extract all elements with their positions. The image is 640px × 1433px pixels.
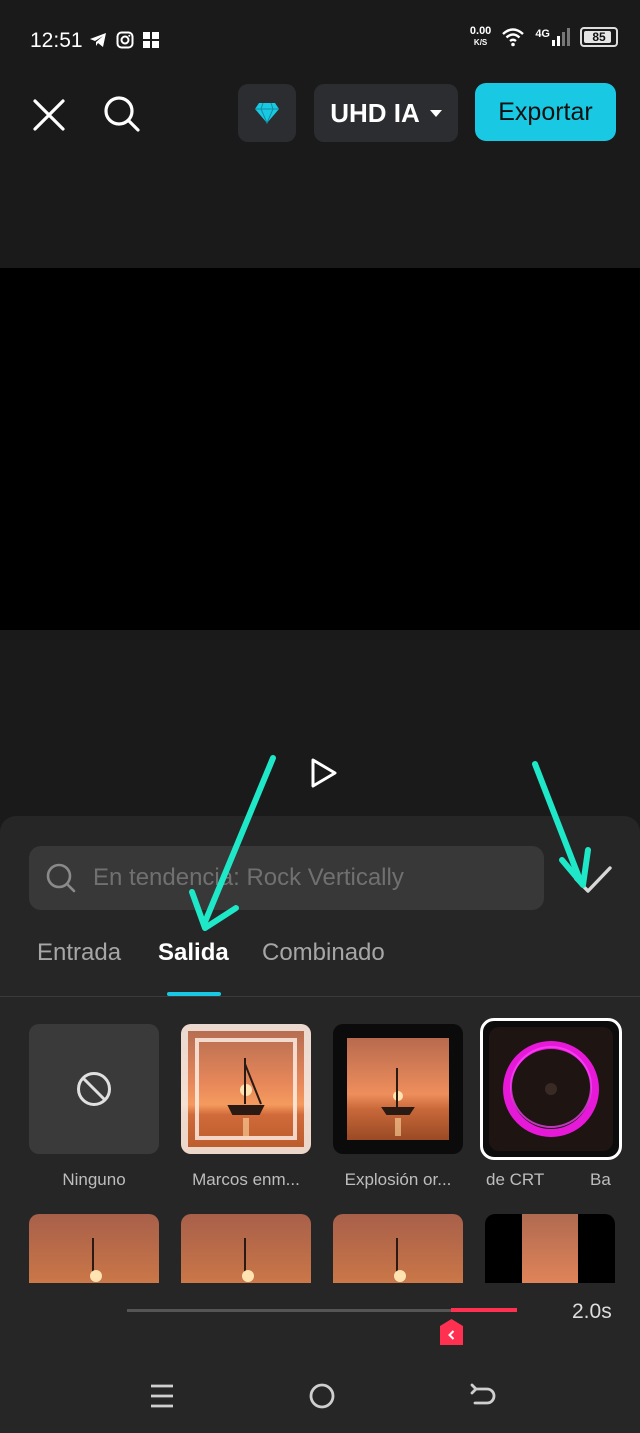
wifi-icon <box>502 28 525 47</box>
sailboat-thumbnail <box>181 1024 311 1154</box>
checkmark-icon <box>574 866 612 893</box>
effect-tile[interactable] <box>181 1214 311 1283</box>
duration-handle[interactable] <box>440 1319 463 1345</box>
play-button[interactable] <box>305 755 341 791</box>
effect-tile-crt-selected[interactable] <box>480 1018 622 1160</box>
effect-tile[interactable] <box>485 1214 615 1283</box>
sailboat-thumbnail <box>347 1038 449 1140</box>
effect-search-bar[interactable] <box>29 846 544 910</box>
gallery-icon <box>143 32 159 48</box>
diamond-icon <box>255 102 279 124</box>
play-icon <box>311 758 337 788</box>
none-icon <box>77 1072 111 1106</box>
pro-upgrade-button[interactable] <box>238 84 296 142</box>
status-bar: 12:51 0.00 K/S 4G 85 <box>0 0 640 80</box>
tab-combinado[interactable]: Combinado <box>262 939 385 967</box>
status-time: 12:51 <box>30 29 83 52</box>
editor-top-bar: UHD IA Exportar <box>0 80 640 144</box>
cellular-signal-icon: 4G <box>535 28 570 46</box>
effect-search-input[interactable] <box>93 864 513 892</box>
instagram-icon <box>116 31 134 49</box>
crt-ring-thumbnail <box>489 1027 613 1151</box>
effect-tile-marcos[interactable] <box>181 1024 311 1154</box>
quality-dropdown[interactable]: UHD IA <box>314 84 458 142</box>
video-preview[interactable] <box>0 268 640 630</box>
effect-tile[interactable] <box>29 1214 159 1283</box>
effect-label: de CRT <box>486 1170 545 1189</box>
menu-icon[interactable] <box>147 1381 177 1411</box>
effect-tile-explosion[interactable] <box>333 1024 463 1154</box>
animation-tabs: Entrada Salida Combinado <box>0 931 640 997</box>
effect-label: Explosión or... <box>344 1170 452 1189</box>
effect-label: Ba <box>590 1170 611 1189</box>
system-nav-bar <box>0 1347 640 1433</box>
home-icon[interactable] <box>307 1381 337 1411</box>
chevron-down-icon <box>429 109 442 117</box>
active-tab-indicator <box>167 992 221 996</box>
effect-label: Marcos enm... <box>192 1170 300 1189</box>
back-icon[interactable] <box>468 1381 498 1411</box>
duration-value: 2.0s <box>572 1300 612 1323</box>
tab-entrada[interactable]: Entrada <box>37 939 121 967</box>
battery-indicator: 85 <box>580 27 618 47</box>
telegram-icon <box>90 33 106 47</box>
search-icon <box>46 863 76 893</box>
tab-salida[interactable]: Salida <box>158 939 229 967</box>
duration-slider: 2.0s <box>0 1283 640 1347</box>
close-button[interactable] <box>24 90 74 140</box>
effect-tile-none[interactable] <box>29 1024 159 1154</box>
close-icon <box>33 99 65 131</box>
confirm-button[interactable] <box>566 854 620 904</box>
duration-track-active <box>451 1308 517 1312</box>
animation-panel: Entrada Salida Combinado Ninguno Marcos … <box>0 816 640 1283</box>
effect-label: Ninguno <box>62 1170 126 1189</box>
search-button[interactable] <box>96 88 148 140</box>
search-icon <box>104 96 140 132</box>
net-speed: 0.00 K/S <box>469 25 492 48</box>
effect-tile[interactable] <box>333 1214 463 1283</box>
quality-label: UHD IA <box>330 97 420 128</box>
export-button[interactable]: Exportar <box>475 83 616 141</box>
